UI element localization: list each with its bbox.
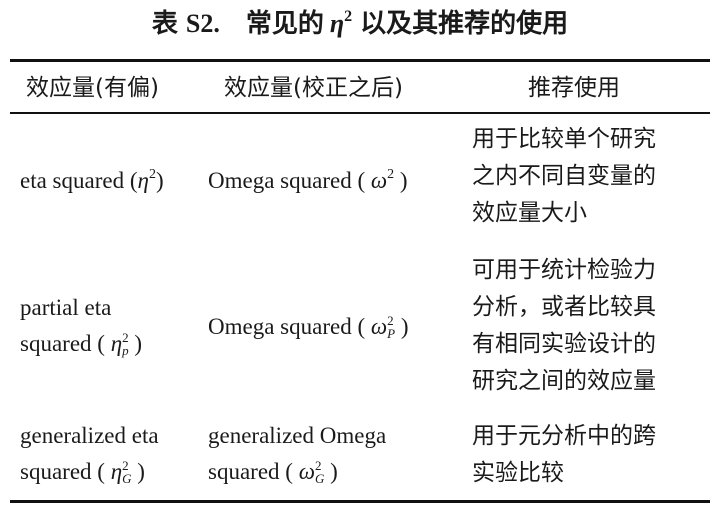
bottom-rule: [10, 500, 710, 503]
row3-usage-line1: 用于元分析中的跨: [472, 423, 656, 449]
row3-corrected-line2: squared: [208, 459, 280, 484]
caption-prefix: 表: [151, 9, 178, 39]
header-corrected: 效应量(校正之后): [224, 75, 403, 101]
header-biased: 效应量(有偏): [26, 75, 159, 101]
row2-biased-line1: partial eta: [20, 295, 112, 320]
row1-usage-line3: 效应量大小: [472, 200, 587, 226]
row3-corrected-sub: G: [314, 470, 325, 486]
row3-biased-sup: 2: [122, 457, 129, 473]
row2-usage-line2: 分析，或者比较具: [472, 294, 656, 320]
top-rule: [10, 59, 710, 62]
row2-usage-line1: 可用于统计检验力: [472, 257, 656, 283]
row2-corrected-sup: 2: [387, 312, 394, 328]
row1-biased-cell: eta squared (η2): [20, 167, 164, 193]
row2-corrected-symbol: ω: [370, 314, 388, 339]
row2-biased-sup: 2: [122, 329, 129, 345]
row1-usage-line1: 用于比较单个研究: [472, 126, 656, 152]
row1-biased-symbol: η: [137, 168, 149, 193]
row2-corrected-cell: Omega squared ( ω2P ): [208, 312, 409, 341]
header-rule: [10, 112, 710, 114]
row3-corrected-symbol: ω: [298, 459, 315, 484]
row1-biased-name: eta squared: [20, 168, 125, 193]
row1-usage-line2: 之内不同自变量的: [472, 163, 656, 189]
row1-corrected-cell: Omega squared ( ω2 ): [208, 167, 408, 193]
row2-biased-sub: p: [122, 342, 129, 358]
row2-usage-line3: 有相同实验设计的: [472, 331, 656, 357]
row3-biased-line2-cell: squared ( η2G ): [20, 457, 145, 486]
table-caption: 表 S2. 常见的 η2 以及其推荐的使用: [0, 4, 720, 48]
header-usage: 推荐使用: [528, 75, 620, 101]
row3-corrected-sup: 2: [314, 457, 322, 473]
caption-text-after: 以及其推荐的使用: [360, 9, 569, 39]
caption-symbol: η: [329, 9, 345, 38]
row3-corrected-line2-cell: squared ( ω2G ): [208, 457, 338, 486]
row1-corrected-symbol: ω: [370, 168, 388, 193]
row2-usage-line4: 研究之间的效应量: [472, 368, 656, 394]
row3-biased-sub: G: [122, 470, 132, 486]
row3-usage-line2: 实验比较: [472, 460, 564, 486]
row3-biased-line2: squared: [20, 459, 92, 484]
caption-text-before: 常见的: [245, 9, 324, 39]
row2-biased-line2-cell: squared ( η2p ): [20, 329, 143, 358]
caption-number: S2.: [185, 9, 220, 38]
row3-biased-line1: generalized eta: [20, 423, 159, 448]
row1-biased-sup: 2: [148, 167, 156, 182]
row1-corrected-name: Omega squared: [208, 168, 352, 193]
row2-corrected-name: Omega squared: [208, 314, 352, 339]
row2-biased-symbol: η: [110, 331, 123, 356]
row2-biased-line2: squared: [20, 331, 92, 356]
row2-corrected-sub: P: [387, 325, 396, 341]
row3-biased-symbol: η: [110, 459, 123, 484]
row1-corrected-sup: 2: [387, 167, 395, 182]
table-page: 表 S2. 常见的 η2 以及其推荐的使用 效应量(有偏) 效应量(校正之后) 推荐使用…: [0, 0, 720, 524]
row3-corrected-line1: generalized Omega: [208, 423, 387, 448]
caption-superscript: 2: [344, 8, 353, 25]
